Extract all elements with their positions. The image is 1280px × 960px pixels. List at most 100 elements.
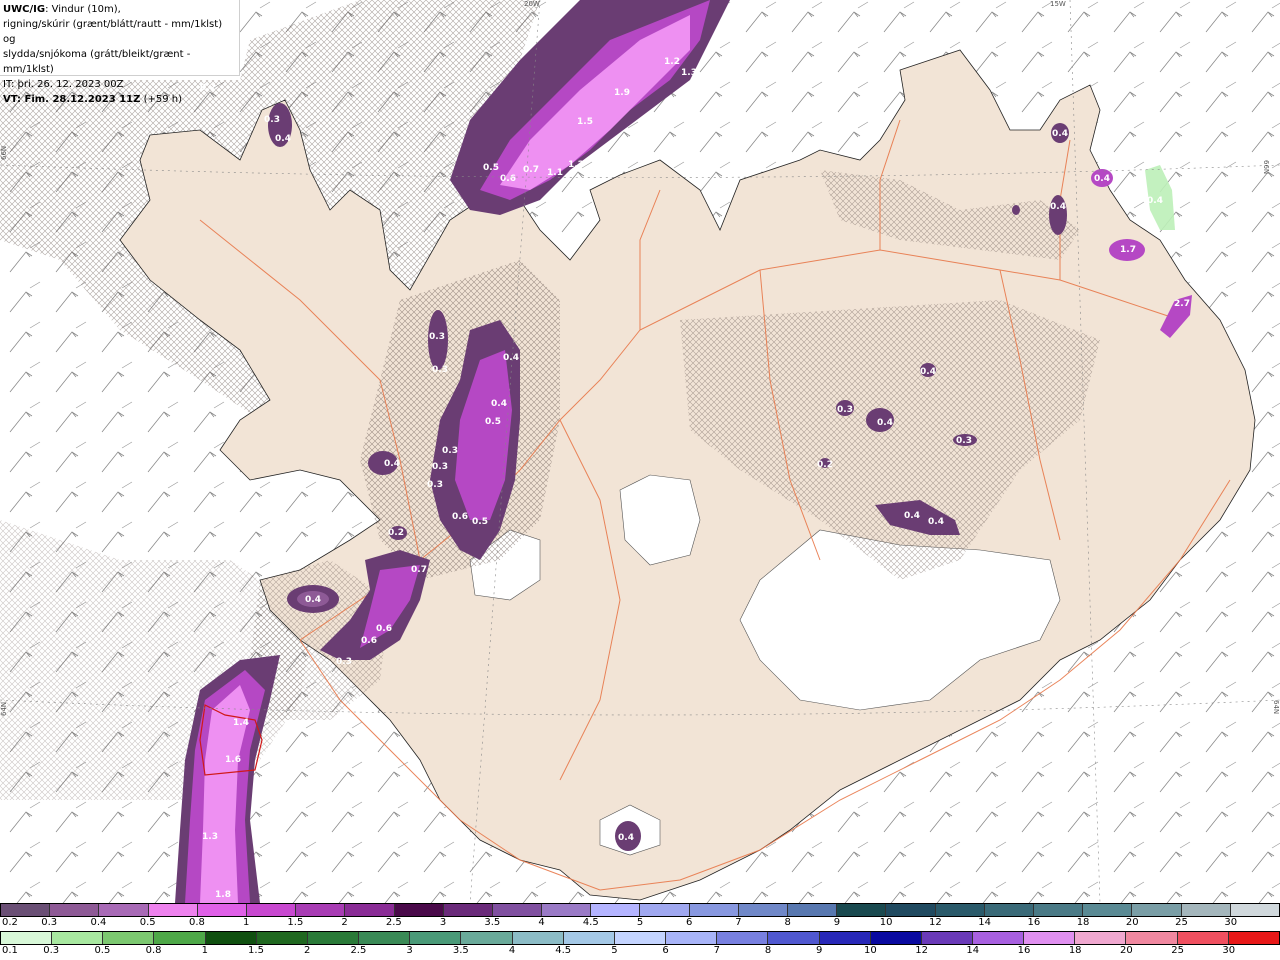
rain-scale-swatch bbox=[614, 932, 667, 944]
rain-scale-label: 0.5 bbox=[94, 945, 111, 956]
rain-scale-label: 5 bbox=[611, 945, 618, 956]
snow-scale-label: 0.2 bbox=[2, 917, 18, 928]
precip-label: 0.3 bbox=[956, 436, 972, 446]
precip-label: 0.3 bbox=[432, 365, 448, 375]
rain-scale-label: 30 bbox=[1222, 945, 1236, 956]
snow-scale-label: 2.5 bbox=[385, 917, 402, 928]
snow-scale-swatch bbox=[1132, 904, 1182, 916]
snow-scale-swatch bbox=[1033, 904, 1084, 916]
lon-label-15w: 15W bbox=[1050, 0, 1066, 8]
precip-label: 1.7 bbox=[1120, 245, 1136, 255]
rain-scale-label: 2 bbox=[304, 945, 311, 956]
precip-label: 0.4 bbox=[1052, 129, 1068, 139]
rain-scale-label: 0.3 bbox=[43, 945, 60, 956]
rain-scale-swatch bbox=[1024, 932, 1076, 944]
snow-scale-label: 0.5 bbox=[139, 917, 156, 928]
info-title-rest: : Vindur (10m), bbox=[45, 4, 121, 15]
lead-time: (+59 h) bbox=[143, 94, 182, 105]
rain-scale-label: 25 bbox=[1171, 945, 1184, 956]
snow-scale-swatch bbox=[99, 904, 149, 916]
precip-label: 0.6 bbox=[500, 174, 516, 184]
rain-scale-swatch bbox=[921, 932, 973, 944]
snow-scale-swatch bbox=[246, 904, 297, 916]
precip-label: 1.1 bbox=[547, 168, 563, 178]
snow-scale-label: 2 bbox=[341, 917, 348, 928]
snow-scale-swatch bbox=[640, 904, 690, 916]
snow-scale-label: 0.8 bbox=[188, 917, 205, 928]
precip-label: 0.3 bbox=[336, 657, 352, 667]
precip-label: 0.4 bbox=[503, 353, 519, 363]
rain-scale-swatch bbox=[307, 932, 360, 944]
snow-scale-swatch bbox=[1, 904, 51, 916]
rain-scale-label: 7 bbox=[713, 945, 720, 956]
lon-label-20w: 20W bbox=[524, 0, 540, 8]
precip-label: 0.4 bbox=[1050, 202, 1066, 212]
rain-scale-label: 9 bbox=[816, 945, 823, 956]
snow-scale-swatch bbox=[1230, 904, 1279, 916]
precip-label: 0.6 bbox=[376, 624, 392, 634]
rain-scale-label: 12 bbox=[915, 945, 928, 956]
snow-scale-label: 30 bbox=[1224, 917, 1238, 928]
weather-map: 0.2 0.3 0.4 1.2 1.3 1.9 1.5 1.2 1.1 0.7 … bbox=[0, 0, 1280, 903]
precip-label: 0.5 bbox=[472, 517, 488, 527]
rain-color-scale: 0.1 0.3 0.5 0.8 1 1.5 2 2.5 3 3.5 4 4.5 5 6 7 8 9 10 12 14 1… bbox=[0, 931, 1280, 959]
rain-scale-label: 14 bbox=[966, 945, 980, 956]
rain-scale-swatch bbox=[512, 932, 564, 944]
rain-scale-labels: 0.1 0.3 0.5 0.8 1 1.5 2 2.5 3 3.5 4 4.5 5 6 7 8 9 10 12 14 1… bbox=[0, 945, 1280, 959]
precip-label: 1.5 bbox=[577, 117, 593, 127]
rain-scale-swatch bbox=[1126, 932, 1178, 944]
rain-scale-swatch bbox=[205, 932, 257, 944]
snow-scale-swatch bbox=[984, 904, 1034, 916]
rain-scale-label: 0.8 bbox=[145, 945, 162, 956]
snow-scale-label: 5 bbox=[636, 917, 644, 928]
rain-scale-label: 16 bbox=[1017, 945, 1031, 956]
rain-scale-swatch bbox=[1, 932, 53, 944]
precip-label: 0.3 bbox=[442, 446, 458, 456]
rain-scale-label: 6 bbox=[662, 945, 669, 956]
precip-label: 0.3 bbox=[429, 332, 445, 342]
rain-scale-label: 3.5 bbox=[452, 945, 469, 956]
snow-scale-swatch bbox=[542, 904, 592, 916]
precip-label: 0.5 bbox=[483, 163, 499, 173]
precip-label: 0.4 bbox=[928, 517, 944, 527]
rain-scale-swatch bbox=[563, 932, 615, 944]
precip-label: 1.8 bbox=[215, 890, 231, 900]
precip-label: 0.2 bbox=[817, 460, 833, 470]
snow-scale-label: 1 bbox=[242, 917, 250, 928]
snow-scale-label: 25 bbox=[1175, 917, 1188, 928]
snow-scale-label: 1.5 bbox=[287, 917, 304, 928]
snow-scale-labels: 0.2 0.3 0.4 0.5 0.8 1 1.5 2 2.5 3 3.5 4 4.5 5 6 7 8 9 10 12… bbox=[0, 917, 1280, 931]
precip-label: 1.3 bbox=[681, 68, 697, 78]
snow-scale-label: 12 bbox=[929, 917, 942, 928]
snow-scale-swatch bbox=[1083, 904, 1133, 916]
snow-scale-label: 7 bbox=[735, 917, 742, 928]
rain-scale-swatch bbox=[359, 932, 411, 944]
issue-time: IT: þri. 26. 12. 2023 00Z bbox=[3, 79, 124, 90]
snow-scale-swatch bbox=[345, 904, 395, 916]
rain-scale-label: 2.5 bbox=[350, 945, 367, 956]
valid-time: VT: Fim. 28.12.2023 11Z bbox=[3, 94, 141, 105]
rain-scale-swatch bbox=[666, 932, 718, 944]
precip-label: 1.2 bbox=[664, 57, 680, 67]
precip-label: 0.4 bbox=[305, 595, 321, 605]
precip-label: 0.4 bbox=[904, 511, 920, 521]
rain-scale-swatch bbox=[768, 932, 820, 944]
snow-scale-swatch bbox=[492, 904, 543, 916]
rain-scale-label: 1 bbox=[201, 945, 208, 956]
rain-scale-label: 10 bbox=[864, 945, 877, 956]
snow-scale-swatch bbox=[837, 904, 887, 916]
rain-scale-label: 8 bbox=[764, 945, 772, 956]
snow-scale-swatch bbox=[1181, 904, 1231, 916]
precip-label: 0.4 bbox=[920, 367, 936, 377]
snow-scale-label: 0.3 bbox=[41, 917, 58, 928]
snow-scale-swatch bbox=[689, 904, 739, 916]
lat-label-66n-left: 66N bbox=[0, 145, 8, 160]
rain-scale-swatch bbox=[1228, 932, 1279, 944]
valid-time-line: VT: Fim. 28.12.2023 11Z (+59 h) bbox=[3, 92, 236, 107]
precip-label: 0.6 bbox=[361, 636, 377, 646]
snow-scale-swatch bbox=[148, 904, 198, 916]
info-line-1: UWC/IG: Vindur (10m), bbox=[3, 2, 236, 17]
precip-label: 0.2 bbox=[388, 528, 404, 538]
rain-scale-bar bbox=[0, 931, 1280, 945]
precip-label: 2.7 bbox=[1174, 299, 1190, 309]
